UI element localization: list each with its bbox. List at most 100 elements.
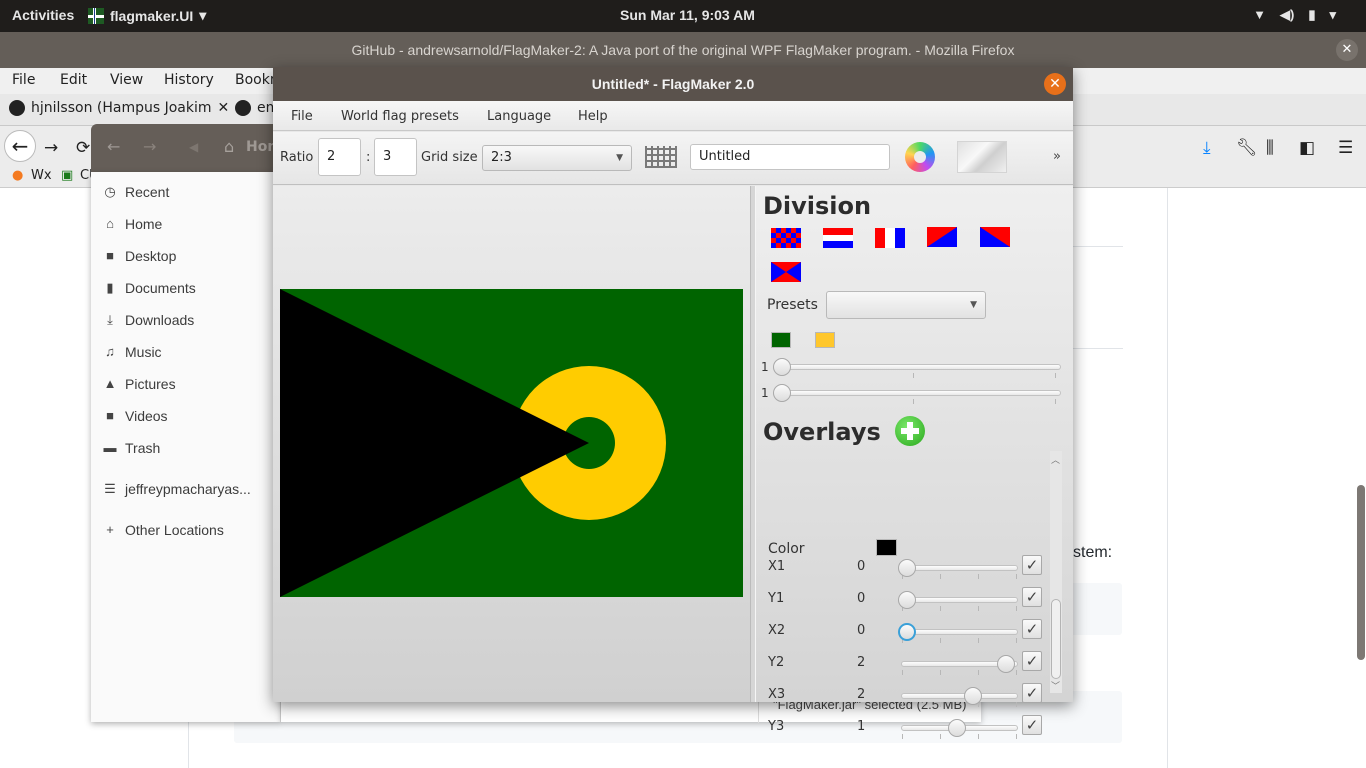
division-horizontal-stripes-button[interactable]	[823, 228, 853, 248]
ratio-height-input[interactable]: 2	[318, 138, 361, 176]
slider-thumb[interactable]	[773, 358, 791, 376]
menu-view[interactable]: View	[110, 72, 143, 88]
division-diagonal-backward-button[interactable]	[980, 227, 1010, 247]
scrollbar-thumb[interactable]	[1051, 599, 1061, 679]
library-icon[interactable]: ⫼	[1266, 138, 1274, 158]
back-icon[interactable]: ←	[107, 137, 120, 156]
back-button[interactable]: ←	[4, 130, 36, 162]
division-presets-select[interactable]: ▼	[826, 291, 986, 319]
hamburger-menu-icon[interactable]: ☰	[1338, 138, 1353, 158]
scroll-down-icon[interactable]: ﹀	[1051, 679, 1060, 692]
overlay-param-x1-slider[interactable]	[898, 559, 1018, 579]
clock[interactable]: Sun Mar 11, 9:03 AM	[620, 7, 755, 23]
overlay-param-y3-slider[interactable]	[901, 719, 1018, 739]
slider-thumb[interactable]	[773, 384, 791, 402]
close-tab-icon[interactable]: ✕	[218, 100, 230, 116]
division-diagonal-forward-button[interactable]	[927, 227, 957, 247]
add-overlay-button[interactable]	[895, 416, 925, 446]
menu-language[interactable]: Language	[487, 109, 551, 124]
overlay-param-x2-slider[interactable]	[898, 623, 1018, 643]
forward-icon[interactable]: →	[143, 137, 156, 156]
menu-file[interactable]: File	[291, 109, 313, 124]
overlay-color-swatch[interactable]	[876, 539, 897, 556]
menu-world-flag-presets[interactable]: World flag presets	[341, 109, 459, 124]
reload-button[interactable]: ⟳	[76, 138, 90, 158]
overlay-scrollbar[interactable]: ︿ ﹀	[1050, 451, 1062, 693]
slider-thumb[interactable]	[947, 719, 966, 737]
places-item-videos[interactable]: ■ Videos	[103, 408, 168, 424]
slider-thumb[interactable]	[898, 623, 916, 641]
places-item-documents[interactable]: ▮ Documents	[103, 280, 195, 296]
overlay-param-y1-slider[interactable]	[898, 591, 1018, 611]
ratio-width-input[interactable]: 3	[374, 138, 417, 176]
shuffle-colors-icon[interactable]	[905, 142, 935, 172]
slider-thumb[interactable]	[898, 559, 916, 577]
page-scrollbar[interactable]	[1357, 485, 1365, 660]
overlay-param-y2-slider[interactable]	[901, 655, 1018, 675]
places-item-trash[interactable]: ▬ Trash	[103, 440, 161, 456]
division-color-1-swatch[interactable]	[771, 332, 791, 348]
places-label: Downloads	[125, 312, 195, 328]
slider-thumb[interactable]	[997, 655, 1015, 673]
overlay-param-name: X1	[768, 559, 786, 574]
menu-file[interactable]: File	[12, 72, 35, 88]
overlay-param-name: Y2	[768, 655, 785, 670]
overlay-param-x2-checkbox[interactable]: ✓	[1022, 619, 1042, 639]
path-left-icon[interactable]: ◀	[189, 140, 198, 154]
file-chooser-header: ← → ◀ ⌂ Home	[91, 124, 291, 172]
division-slider-2-value: 1	[761, 386, 769, 400]
places-item-music[interactable]: ♫ Music	[103, 344, 161, 360]
grid-toggle-icon[interactable]	[645, 146, 677, 168]
overlay-param-x1-checkbox[interactable]: ✓	[1022, 555, 1042, 575]
overlay-param-x3-checkbox[interactable]: ✓	[1022, 683, 1042, 703]
menu-history[interactable]: History	[164, 72, 214, 88]
download-icon[interactable]: ⤓	[1203, 138, 1211, 158]
system-tray[interactable]: ▼ ◀) ▮ ▾	[1253, 7, 1336, 23]
division-x-button[interactable]	[771, 262, 801, 282]
document-icon: ▮	[106, 280, 114, 295]
tab-hjnilsson[interactable]: hjnilsson (Hampus Joakim ✕	[9, 100, 229, 116]
network-server-icon: ☰	[104, 481, 116, 496]
places-item-pictures[interactable]: ▲ Pictures	[103, 376, 176, 392]
flagmaker-toolbar: Ratio 2 : 3 Grid size 2:3 ▼ Untitled »	[273, 132, 1073, 185]
slider-tick	[978, 606, 979, 611]
toolbar-overflow-button[interactable]: »	[1053, 149, 1061, 164]
menu-help[interactable]: Help	[578, 109, 608, 124]
places-item-downloads[interactable]: ⤓ Downloads	[103, 312, 194, 328]
grid-size-select[interactable]: 2:3 ▼	[482, 145, 632, 171]
flagmaker-close-button[interactable]: ✕	[1044, 73, 1066, 95]
overlay-param-x3-slider[interactable]	[901, 687, 1018, 707]
division-vertical-stripes-button[interactable]	[875, 228, 905, 248]
slider-tick	[940, 574, 941, 579]
slider-thumb[interactable]	[964, 687, 983, 705]
flag-preview[interactable]	[280, 289, 743, 597]
sidebar-icon[interactable]: ◧	[1299, 138, 1315, 158]
texture-icon[interactable]	[957, 141, 1007, 173]
division-grid-button[interactable]	[771, 228, 801, 248]
places-item-other-locations[interactable]: + Other Locations	[103, 522, 224, 538]
division-slider-1[interactable]	[773, 358, 1061, 378]
places-item-network-server[interactable]: ☰ jeffreypmacharyas...	[103, 481, 251, 497]
overlay-param-y1-checkbox[interactable]: ✓	[1022, 587, 1042, 607]
division-color-2-swatch[interactable]	[815, 332, 835, 348]
wrench-icon[interactable]: 🔧︎	[1236, 138, 1258, 158]
forward-button[interactable]: →	[44, 138, 58, 158]
bookmark-wx[interactable]: Wx	[31, 168, 52, 183]
chevron-down-icon: ▼	[616, 153, 623, 163]
activities-button[interactable]: Activities	[12, 7, 74, 23]
app-menu[interactable]: flagmaker.UI ▾	[88, 7, 206, 24]
firefox-close-button[interactable]: ✕	[1336, 39, 1358, 61]
places-item-recent[interactable]: ◷ Recent	[103, 184, 169, 200]
overlay-param-y2-checkbox[interactable]: ✓	[1022, 651, 1042, 671]
places-item-desktop[interactable]: ■ Desktop	[103, 248, 176, 264]
flag-name-input[interactable]: Untitled	[690, 144, 890, 170]
slider-tick	[978, 670, 979, 675]
menu-edit[interactable]: Edit	[60, 72, 87, 88]
overlay-param-name: Y1	[768, 591, 785, 606]
scroll-up-icon[interactable]: ︿	[1051, 453, 1060, 466]
places-item-home[interactable]: ⌂ Home	[103, 216, 162, 232]
places-label: jeffreypmacharyas...	[125, 481, 251, 497]
overlay-param-y3-checkbox[interactable]: ✓	[1022, 715, 1042, 735]
division-slider-2[interactable]	[773, 384, 1061, 404]
slider-thumb[interactable]	[898, 591, 916, 609]
